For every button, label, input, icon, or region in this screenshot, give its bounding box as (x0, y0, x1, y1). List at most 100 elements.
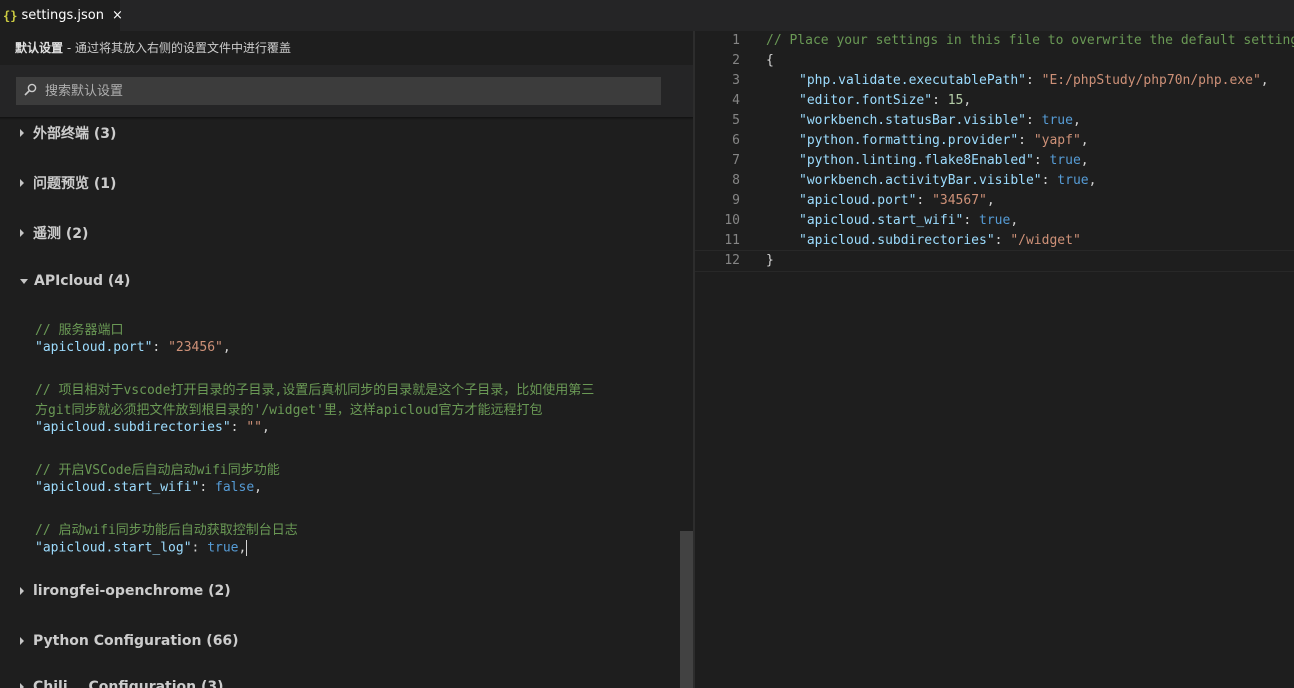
line-number: 2 (732, 53, 740, 68)
chevron-right-icon (20, 637, 24, 645)
group-lirongfei-openchrome[interactable]: lirongfei-openchrome (2) (20, 583, 231, 599)
chevron-right-icon (20, 229, 24, 237)
search-input[interactable] (43, 82, 647, 100)
setting-line-subdirectories[interactable]: "apicloud.subdirectories": "", (35, 420, 270, 435)
setting-value: true (207, 540, 239, 556)
setting-key: "workbench.statusBar.visible" (799, 113, 1026, 128)
code-line-3: 3 "php.validate.executablePath": "E:/php… (695, 71, 1294, 91)
code-line-6: 6 "python.formatting.provider": "yapf", (695, 131, 1294, 151)
vertical-scrollbar-thumb[interactable] (680, 531, 693, 688)
line-number: 1 (732, 33, 740, 48)
chevron-down-icon (20, 278, 28, 284)
line-number: 7 (732, 153, 740, 168)
search-area (0, 65, 693, 117)
setting-key: "apicloud.start_wifi" (35, 480, 200, 495)
setting-key: "python.formatting.provider" (799, 133, 1019, 148)
setting-comment: // 开启VSCode后自动启动wifi同步功能 (35, 463, 280, 478)
code-line-2: 2 { (695, 51, 1294, 71)
code-line-5: 5 "workbench.statusBar.visible": true, (695, 111, 1294, 131)
group-label: Python Configuration (66) (33, 633, 239, 649)
group-label: 外部终端 (3) (33, 126, 117, 142)
line-number: 9 (732, 193, 740, 208)
setting-value: true (1057, 173, 1089, 188)
search-box[interactable] (16, 77, 661, 105)
code-line-11: 11 "apicloud.subdirectories": "/widget" (695, 231, 1294, 251)
header-description: - 通过将其放入右侧的设置文件中进行覆盖 (63, 41, 291, 55)
setting-value: true (1049, 153, 1081, 168)
line-comment: // Place your settings in this file to o… (766, 33, 1294, 48)
chevron-right-icon (20, 129, 24, 137)
group-label: 遥测 (2) (33, 226, 89, 242)
group-label: APIcloud (4) (34, 273, 131, 289)
json-file-icon: {} (3, 8, 18, 23)
setting-value: "34567" (932, 193, 987, 208)
group-label: Chili... Configuration (3) (33, 679, 224, 688)
setting-key: "apicloud.port" (35, 340, 153, 355)
setting-key: "python.linting.flake8Enabled" (799, 153, 1034, 168)
tab-title: settings.json (21, 8, 105, 23)
default-settings-header: 默认设置 - 通过将其放入右侧的设置文件中进行覆盖 (0, 31, 693, 65)
code-line-1: 1 // Place your settings in this file to… (695, 31, 1294, 51)
search-icon (24, 83, 37, 100)
line-number: 11 (724, 233, 740, 248)
line-number: 12 (724, 253, 740, 268)
group-problems-preview[interactable]: 问题预览 (1) (20, 173, 116, 193)
chevron-right-icon (20, 683, 24, 688)
code-line-8: 8 "workbench.activityBar.visible": true, (695, 171, 1294, 191)
code-line-4: 4 "editor.fontSize": 15, (695, 91, 1294, 111)
setting-key: "workbench.activityBar.visible" (799, 173, 1042, 188)
code-line-7: 7 "python.linting.flake8Enabled": true, (695, 151, 1294, 171)
group-python-configuration[interactable]: Python Configuration (66) (20, 633, 239, 649)
setting-comment: // 服务器端口 (35, 323, 124, 338)
setting-key: "apicloud.start_log" (35, 540, 192, 556)
group-label: lirongfei-openchrome (2) (33, 583, 231, 599)
chevron-right-icon (20, 587, 24, 595)
setting-value: "yapf" (1033, 133, 1081, 148)
setting-key: "editor.fontSize" (799, 93, 933, 108)
close-icon[interactable]: × (112, 8, 123, 23)
line-number: 5 (732, 113, 740, 128)
setting-value: "E:/phpStudy/php70n/php.exe" (1041, 73, 1261, 88)
line-number: 8 (732, 173, 740, 188)
default-settings-pane: 默认设置 - 通过将其放入右侧的设置文件中进行覆盖 外部终端 (3) 问题预览 … (0, 31, 693, 688)
setting-value: true (1041, 113, 1073, 128)
group-external-terminal[interactable]: 外部终端 (3) (20, 123, 116, 143)
setting-key: "apicloud.port" (799, 193, 917, 208)
header-title: 默认设置 (15, 41, 64, 55)
setting-comment: // 项目相对于vscode打开目录的子目录,设置后真机同步的目录就是这个子目录… (35, 383, 595, 398)
setting-key: "apicloud.start_wifi" (799, 213, 964, 228)
setting-value: "23456" (168, 340, 223, 355)
line-number: 10 (724, 213, 740, 228)
line-number: 3 (732, 73, 740, 88)
setting-key: "apicloud.subdirectories" (799, 233, 995, 248)
setting-value: "/widget" (1010, 233, 1081, 248)
tab-settings-json[interactable]: {} settings.json × (0, 0, 123, 31)
setting-value: true (979, 213, 1011, 228)
open-brace: { (766, 53, 774, 68)
code-line-9: 9 "apicloud.port": "34567", (695, 191, 1294, 211)
chevron-right-icon (20, 179, 24, 187)
code-line-10: 10 "apicloud.start_wifi": true, (695, 211, 1294, 231)
group-telemetry[interactable]: 遥测 (2) (20, 223, 88, 243)
header-shadow (0, 117, 693, 120)
user-settings-editor[interactable]: 1 // Place your settings in this file to… (695, 31, 1294, 688)
group-partial[interactable]: Chili... Configuration (3) (20, 679, 224, 688)
editor-tab-bar: {} settings.json × (0, 0, 1294, 31)
setting-value: false (215, 480, 255, 495)
close-brace: } (766, 253, 774, 268)
group-label: 问题预览 (1) (33, 176, 117, 192)
line-number: 6 (732, 133, 740, 148)
line-number: 4 (732, 93, 740, 108)
setting-line-start-log[interactable]: "apicloud.start_log": true, (35, 540, 248, 556)
group-apicloud[interactable]: APIcloud (4) (20, 273, 130, 289)
setting-comment: 方git同步就必须把文件放到根目录的'/widget'里，这样apicloud官… (35, 403, 543, 418)
setting-line-start-wifi[interactable]: "apicloud.start_wifi": false, (35, 480, 262, 495)
setting-value: 15 (947, 93, 964, 108)
text-cursor (246, 540, 248, 556)
setting-line-port[interactable]: "apicloud.port": "23456", (35, 340, 231, 355)
code-line-12: 12 } (695, 250, 1294, 272)
setting-key: "apicloud.subdirectories" (35, 420, 231, 435)
setting-key: "php.validate.executablePath" (799, 73, 1026, 88)
setting-comment: // 启动wifi同步功能后自动获取控制台日志 (35, 523, 298, 538)
setting-value: "" (246, 420, 262, 435)
